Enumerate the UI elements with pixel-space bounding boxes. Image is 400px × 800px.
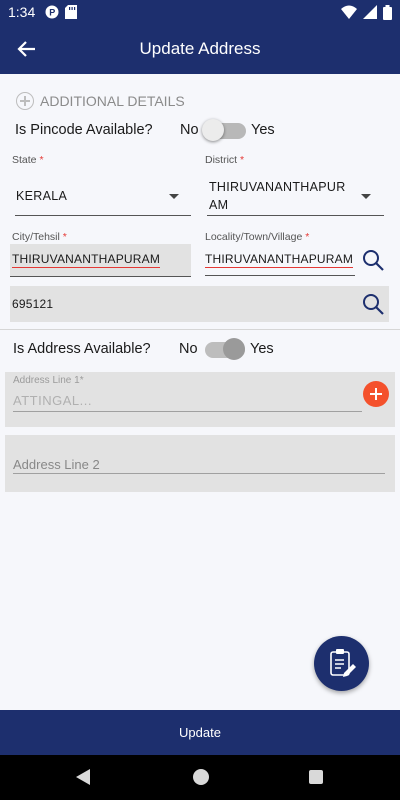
plus-circle-icon xyxy=(16,92,34,110)
status-time: 1:34 xyxy=(8,4,36,20)
address-no-label: No xyxy=(179,341,198,357)
update-button[interactable]: Update xyxy=(0,710,400,755)
divider xyxy=(0,329,400,330)
city-label: City/Tehsil * xyxy=(12,231,67,243)
wifi-icon xyxy=(341,5,357,19)
address-line1-field[interactable]: Address Line 1* ATTINGAL... xyxy=(5,372,395,427)
nav-back-icon[interactable] xyxy=(76,769,90,785)
app-bar: Update Address xyxy=(0,24,400,74)
state-value: KERALA xyxy=(16,189,68,203)
locality-label: Locality/Town/Village * xyxy=(205,231,310,243)
nav-home-icon[interactable] xyxy=(193,769,209,785)
pincode-yes-label: Yes xyxy=(251,122,275,138)
address-line1-label: Address Line 1* xyxy=(13,375,84,386)
district-select[interactable]: THIRUVANANTHAPUR AM xyxy=(205,174,385,216)
city-field[interactable]: THIRUVANANTHAPURAM xyxy=(10,244,191,276)
pincode-field[interactable]: 695121 xyxy=(10,286,389,322)
locality-field[interactable]: THIRUVANANTHAPURAM xyxy=(205,244,355,274)
additional-details-label: ADDITIONAL DETAILS xyxy=(40,93,185,109)
battery-icon xyxy=(383,5,392,20)
pincode-question: Is Pincode Available? xyxy=(15,122,153,138)
search-icon[interactable] xyxy=(361,292,385,316)
sd-card-icon xyxy=(65,5,77,19)
additional-details-toggle[interactable]: ADDITIONAL DETAILS xyxy=(16,92,185,110)
clipboard-edit-icon xyxy=(330,649,356,677)
state-label: State * xyxy=(12,154,44,166)
form-content: ADDITIONAL DETAILS Is Pincode Available?… xyxy=(0,74,400,710)
address-line2-field[interactable]: Address Line 2 xyxy=(5,435,395,492)
city-value: THIRUVANANTHAPURAM xyxy=(12,252,161,268)
dropdown-arrow-icon xyxy=(361,194,371,199)
district-value-line2: AM xyxy=(209,198,229,212)
locality-value: THIRUVANANTHAPURAM xyxy=(205,252,354,268)
system-nav-bar xyxy=(0,755,400,800)
signal-icon xyxy=(363,5,377,19)
address-question: Is Address Available? xyxy=(13,341,151,357)
pincode-value: 695121 xyxy=(12,297,54,311)
notification-p-icon: P xyxy=(45,5,59,19)
pincode-switch[interactable] xyxy=(202,118,248,142)
address-line2-placeholder: Address Line 2 xyxy=(13,457,100,472)
pincode-no-label: No xyxy=(180,122,199,138)
svg-text:P: P xyxy=(49,8,55,18)
address-line1-value: ATTINGAL... xyxy=(13,393,92,408)
clipboard-edit-button[interactable] xyxy=(314,636,369,691)
status-bar: 1:34 P xyxy=(0,0,400,24)
address-switch[interactable] xyxy=(201,337,247,361)
page-title: Update Address xyxy=(139,39,261,58)
address-yes-label: Yes xyxy=(250,341,274,357)
nav-recents-icon[interactable] xyxy=(309,770,323,784)
state-select[interactable]: KERALA xyxy=(12,178,192,218)
dropdown-arrow-icon xyxy=(169,194,179,199)
district-value-line1: THIRUVANANTHAPUR xyxy=(209,180,346,194)
search-icon[interactable] xyxy=(361,248,385,272)
add-address-button[interactable] xyxy=(363,381,389,407)
district-label: District * xyxy=(205,154,245,166)
